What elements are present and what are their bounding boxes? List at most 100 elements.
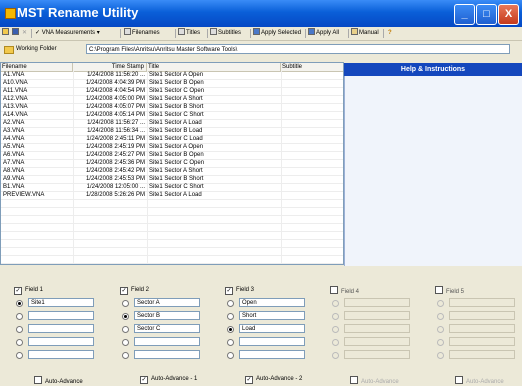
manual-button[interactable]: Manual — [351, 28, 379, 39]
field-option-input[interactable] — [344, 350, 410, 359]
table-row[interactable]: A13.VNA 1/24/2008 4:05:07 PM Site1 Sector … — [1, 103, 343, 111]
auto-advance-checkbox[interactable]: ✓ Auto-Advance - 2 — [245, 376, 302, 384]
field-option-radio[interactable] — [437, 326, 444, 333]
field-option-radio[interactable] — [437, 300, 444, 307]
table-row[interactable]: A11.VNA 1/24/2008 4:04:54 PM Site1 Sector … — [1, 87, 343, 95]
help-icon[interactable]: ? — [388, 28, 392, 39]
field-option-input[interactable] — [28, 337, 94, 346]
field-option-radio[interactable] — [332, 300, 339, 307]
column-subtitle[interactable]: Subtitle — [281, 63, 343, 71]
titles-button[interactable]: Titles — [178, 28, 200, 39]
field-option-radio[interactable] — [437, 339, 444, 346]
field-option-radio[interactable] — [332, 352, 339, 359]
field-2-checkbox[interactable]: ✓ Field 2 — [120, 286, 149, 295]
field-option-input[interactable] — [134, 337, 200, 346]
table-row[interactable]: A4.VNA 1/24/2008 2:45:11 PM Site1 Sector C… — [1, 135, 343, 143]
table-row[interactable]: A9.VNA 1/24/2008 2:45:53 PM Site1 Sector B… — [1, 175, 343, 183]
table-row[interactable]: A12.VNA 1/24/2008 4:05:00 PM Site1 Sector … — [1, 95, 343, 103]
field-option-radio[interactable] — [227, 300, 234, 307]
table-row[interactable]: A3.VNA 1/24/2008 11:56:34 ... Site1 Sector… — [1, 127, 343, 135]
field-option-input[interactable] — [28, 324, 94, 333]
working-folder-label: Working Folder — [16, 46, 57, 52]
field-option-input[interactable] — [449, 350, 515, 359]
field-option-input[interactable]: Short — [239, 311, 305, 320]
working-folder-input[interactable]: C:\Program Files\Anritsu\Anritsu Master … — [86, 44, 510, 54]
field-option-input[interactable]: Load — [239, 324, 305, 333]
field-option-radio[interactable] — [332, 339, 339, 346]
field-option-input[interactable] — [449, 311, 515, 320]
table-row[interactable]: B1.VNA 1/24/2008 12:05:00 ... Site1 Sector… — [1, 183, 343, 191]
field-option-input[interactable]: Sector A — [134, 298, 200, 307]
field-option-input[interactable] — [239, 350, 305, 359]
field-4-checkbox[interactable]: Field 4 — [330, 286, 359, 295]
table-row[interactable]: A8.VNA 1/24/2008 2:45:42 PM Site1 Sector A… — [1, 167, 343, 175]
field-option-input[interactable]: Open — [239, 298, 305, 307]
field-option-radio[interactable] — [16, 313, 23, 320]
field-option-input[interactable] — [344, 298, 410, 307]
filenames-button[interactable]: Filenames — [124, 28, 160, 39]
field-option-input[interactable] — [239, 337, 305, 346]
field-option-radio[interactable] — [122, 300, 129, 307]
field-1-checkbox[interactable]: ✓ Field 1 — [14, 286, 44, 295]
field-option-input[interactable] — [344, 337, 410, 346]
table-row[interactable]: A1.VNA 1/24/2008 11:56:20 ... Site1 Sector… — [1, 71, 343, 79]
file-list[interactable]: Filename Time Stamp Title Subtitle A1.VN… — [0, 62, 344, 265]
column-title[interactable]: Title — [147, 63, 281, 71]
subtitles-button[interactable]: Subtitles — [210, 28, 241, 39]
auto-advance-checkbox[interactable]: Auto-Advance — [455, 376, 504, 385]
field-option-input[interactable] — [344, 311, 410, 320]
field-option-input[interactable] — [449, 298, 515, 307]
field-5-checkbox[interactable]: Field 5 — [435, 286, 464, 295]
field-option-radio[interactable] — [332, 313, 339, 320]
field-option-input[interactable]: Sector C — [134, 324, 200, 333]
field-option-radio[interactable] — [122, 339, 129, 346]
table-row[interactable]: A5.VNA 1/24/2008 2:45:19 PM Site1 Sector A… — [1, 143, 343, 151]
apply-all-button[interactable]: Apply All — [308, 28, 339, 39]
field-option-input[interactable]: Sector B — [134, 311, 200, 320]
field-option-input[interactable] — [449, 324, 515, 333]
field-label: Field 1 — [25, 287, 44, 293]
field-option-radio[interactable] — [437, 352, 444, 359]
field-option-input[interactable] — [134, 350, 200, 359]
field-option-radio[interactable] — [16, 300, 23, 307]
delete-icon[interactable]: ✕ — [22, 28, 27, 39]
column-time-stamp[interactable]: Time Stamp — [73, 63, 147, 71]
field-option-radio[interactable] — [16, 326, 23, 333]
field-option-radio[interactable] — [16, 352, 23, 359]
auto-advance-label: Auto-Advance — [361, 379, 399, 385]
field-option-input[interactable] — [449, 337, 515, 346]
field-3-checkbox[interactable]: ✓ Field 3 — [225, 286, 254, 295]
field-option-radio[interactable] — [122, 352, 129, 359]
field-option-input[interactable] — [28, 350, 94, 359]
table-row[interactable]: A10.VNA 1/24/2008 4:04:39 PM Site1 Sector … — [1, 79, 343, 87]
field-option-radio[interactable] — [227, 352, 234, 359]
table-row[interactable]: A6.VNA 1/24/2008 2:45:27 PM Site1 Sector B… — [1, 151, 343, 159]
vna-measurements-button[interactable]: ✓ VNA Measurements ▾ — [35, 28, 100, 39]
table-row[interactable]: A14.VNA 1/24/2008 4:05:14 PM Site1 Sector … — [1, 111, 343, 119]
open-folder-icon[interactable] — [2, 28, 10, 39]
field-option-radio[interactable] — [332, 326, 339, 333]
field-option-input[interactable] — [344, 324, 410, 333]
close-button[interactable]: X — [498, 4, 519, 25]
field-option-radio[interactable] — [122, 326, 129, 333]
auto-advance-checkbox[interactable]: Auto-Advance — [34, 376, 83, 385]
field-option-radio[interactable] — [122, 313, 129, 320]
field-option-radio[interactable] — [227, 339, 234, 346]
maximize-button[interactable]: □ — [476, 4, 497, 25]
minimize-button[interactable]: _ — [454, 4, 475, 25]
field-option-input[interactable]: Site1 — [28, 298, 94, 307]
field-option-input[interactable] — [28, 311, 94, 320]
auto-advance-checkbox[interactable]: ✓ Auto-Advance - 1 — [140, 376, 197, 384]
table-row[interactable]: A2.VNA 1/24/2008 11:56:27 ... Site1 Sector… — [1, 119, 343, 127]
column-filename[interactable]: Filename — [1, 63, 73, 71]
save-icon[interactable] — [12, 28, 20, 39]
folder-icon[interactable] — [4, 46, 14, 54]
field-option-radio[interactable] — [227, 326, 234, 333]
field-option-radio[interactable] — [437, 313, 444, 320]
field-option-radio[interactable] — [16, 339, 23, 346]
auto-advance-checkbox[interactable]: Auto-Advance — [350, 376, 399, 385]
table-row[interactable]: PREVIEW.VNA 1/28/2008 5:26:26 PM Site1 Sec… — [1, 191, 343, 199]
field-option-radio[interactable] — [227, 313, 234, 320]
apply-selected-button[interactable]: Apply Selected — [253, 28, 301, 39]
table-row[interactable]: A7.VNA 1/24/2008 2:45:36 PM Site1 Sector C… — [1, 159, 343, 167]
